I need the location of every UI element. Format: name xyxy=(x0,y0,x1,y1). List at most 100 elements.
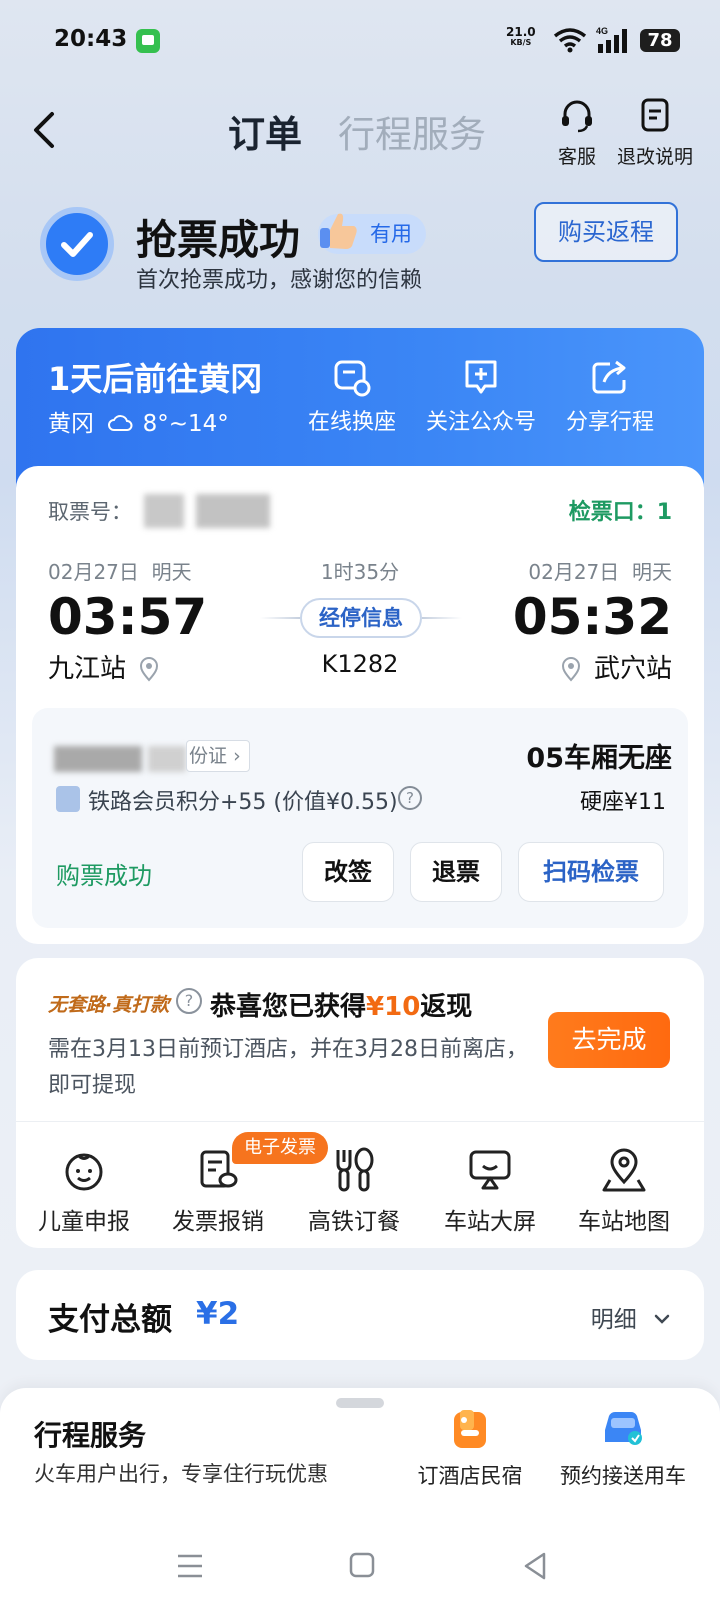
tab-trip-service[interactable]: 行程服务 xyxy=(338,104,486,158)
document-icon xyxy=(641,98,669,132)
arrive-day: 明天 xyxy=(632,560,672,584)
follow-official-account-button[interactable]: 关注公众号 xyxy=(422,358,540,436)
station-map-label: 车站地图 xyxy=(578,1209,670,1235)
cloud-icon xyxy=(108,415,133,431)
network-speed-unit: KB/S xyxy=(510,38,532,47)
trip-weather: 黄冈 8°~14° xyxy=(48,404,229,438)
stop-info-button[interactable]: 经停信息 xyxy=(300,598,422,638)
depart-time: 03:57 xyxy=(48,588,208,646)
wifi-icon xyxy=(553,28,587,53)
invoice-reimbursement-label: 发票报销 xyxy=(172,1209,264,1235)
promo-title: 恭喜您已获得¥10返现 xyxy=(210,986,472,1023)
pickup-number-label: 取票号： xyxy=(48,500,132,524)
chevron-right-icon: › xyxy=(233,745,241,767)
share-trip-button[interactable]: 分享行程 xyxy=(562,358,658,436)
signal-icon: 4G xyxy=(596,26,627,53)
depart-date: 02月27日 明天 xyxy=(48,556,192,585)
seat-swap-icon xyxy=(334,360,371,397)
refund-rules-button[interactable]: 退改说明 xyxy=(612,96,698,169)
pickup-number-redacted xyxy=(196,494,270,528)
station-map-button[interactable]: 车站地图 xyxy=(554,1146,694,1236)
network-speed: 21.0 KB/S xyxy=(506,26,536,48)
id-type-label: 份证 xyxy=(189,745,228,767)
home-icon[interactable] xyxy=(342,1548,382,1584)
back-button[interactable] xyxy=(26,108,66,152)
weather-temp: 8°~14° xyxy=(142,411,229,437)
route-line xyxy=(422,617,462,619)
status-bar: 20:43 21.0 KB/S 4G 78 xyxy=(0,0,720,80)
signal-label: 4G xyxy=(596,26,608,36)
refund-ticket-button[interactable]: 退票 xyxy=(410,842,502,902)
payment-total-label: 支付总额 xyxy=(48,1302,172,1338)
child-declaration-button[interactable]: 儿童申报 xyxy=(14,1146,154,1236)
train-meal-order-label: 高铁订餐 xyxy=(308,1209,400,1235)
help-icon[interactable]: ? xyxy=(176,988,202,1014)
message-app-icon xyxy=(136,29,160,53)
customer-service-button[interactable]: 客服 xyxy=(552,96,602,169)
headset-icon xyxy=(562,100,592,133)
map-pin-icon xyxy=(602,1148,646,1192)
book-hotel-button[interactable]: 订酒店民宿 xyxy=(410,1406,530,1490)
system-navigation-bar xyxy=(0,1534,720,1604)
trip-title: 1天后前往黄冈 xyxy=(48,360,263,398)
promo-description: 需在3月13日前预订酒店，并在3月28日前离店，即可提现 xyxy=(48,1037,528,1098)
arrive-date: 02月27日 明天 xyxy=(528,556,672,585)
station-screen-button[interactable]: 车站大屏 xyxy=(420,1146,560,1236)
child-icon xyxy=(65,1153,103,1191)
passenger-name-redacted xyxy=(54,746,142,772)
buy-return-ticket-button[interactable]: 购买返程 xyxy=(534,202,678,262)
online-seat-change-button[interactable]: 在线换座 xyxy=(304,358,400,436)
payment-detail-toggle[interactable]: 明细 xyxy=(591,1300,672,1334)
location-pin-icon[interactable] xyxy=(560,656,582,682)
change-ticket-button[interactable]: 改签 xyxy=(302,842,394,902)
share-trip-label: 分享行程 xyxy=(565,410,654,435)
book-car-button[interactable]: 预约接送用车 xyxy=(554,1406,692,1490)
id-type-tag[interactable]: 份证 › xyxy=(186,740,250,772)
check-in-gate: 检票口：1 xyxy=(568,500,672,525)
depart-station[interactable]: 九江站 xyxy=(48,648,126,685)
status-time: 20:43 xyxy=(54,26,128,52)
arrive-time: 05:32 xyxy=(512,588,672,646)
location-pin-icon[interactable] xyxy=(138,656,160,682)
arrive-station[interactable]: 武穴站 xyxy=(594,648,672,685)
dining-icon xyxy=(336,1147,374,1192)
promo-title-suffix: 返现 xyxy=(420,992,473,1022)
passenger-name-redacted xyxy=(148,746,186,772)
follow-plus-icon xyxy=(465,360,497,394)
battery-indicator: 78 xyxy=(640,29,680,52)
back-nav-icon[interactable] xyxy=(516,1548,556,1584)
network-speed-value: 21.0 xyxy=(506,25,536,39)
train-number: K1282 xyxy=(321,650,399,678)
thumbs-up-icon xyxy=(320,213,357,249)
points-coin-icon xyxy=(56,786,80,812)
sheet-drag-handle[interactable] xyxy=(336,1398,384,1408)
payment-total-amount: ¥2 xyxy=(196,1296,240,1332)
customer-service-label: 客服 xyxy=(557,146,596,168)
purchase-status: 购票成功 xyxy=(56,862,152,890)
car-icon xyxy=(605,1412,642,1445)
hotel-icon xyxy=(454,1410,486,1448)
train-meal-order-button[interactable]: 高铁订餐 xyxy=(284,1146,424,1236)
payment-detail-label: 明细 xyxy=(590,1307,637,1333)
pickup-number-redacted xyxy=(144,494,184,528)
route-line xyxy=(260,617,300,619)
tab-order[interactable]: 订单 xyxy=(228,104,302,158)
menu-icon[interactable] xyxy=(170,1548,210,1584)
depart-day: 明天 xyxy=(151,560,192,584)
help-icon[interactable]: ? xyxy=(398,786,422,810)
online-seat-change-label: 在线换座 xyxy=(307,410,396,435)
promo-amount: ¥10 xyxy=(366,992,421,1022)
complete-task-button[interactable]: 去完成 xyxy=(548,1012,670,1068)
weather-city: 黄冈 xyxy=(48,411,94,437)
success-title: 抢票成功 xyxy=(136,216,300,264)
success-check-icon xyxy=(40,207,114,281)
child-declaration-label: 儿童申报 xyxy=(38,1209,130,1235)
station-screen-label: 车站大屏 xyxy=(444,1209,536,1235)
scan-check-in-button[interactable]: 扫码检票 xyxy=(518,842,664,902)
sheet-subtitle: 火车用户出行，专享住行玩优惠 xyxy=(34,1462,328,1486)
success-subtitle: 首次抢票成功，感谢您的信赖 xyxy=(136,268,423,293)
member-points: 铁路会员积分+55 (价值¥0.55) xyxy=(88,790,398,815)
follow-official-account-label: 关注公众号 xyxy=(425,410,536,435)
promo-tag: 无套路·真打款 xyxy=(48,994,170,1016)
trip-duration: 1时35分 xyxy=(320,560,400,584)
